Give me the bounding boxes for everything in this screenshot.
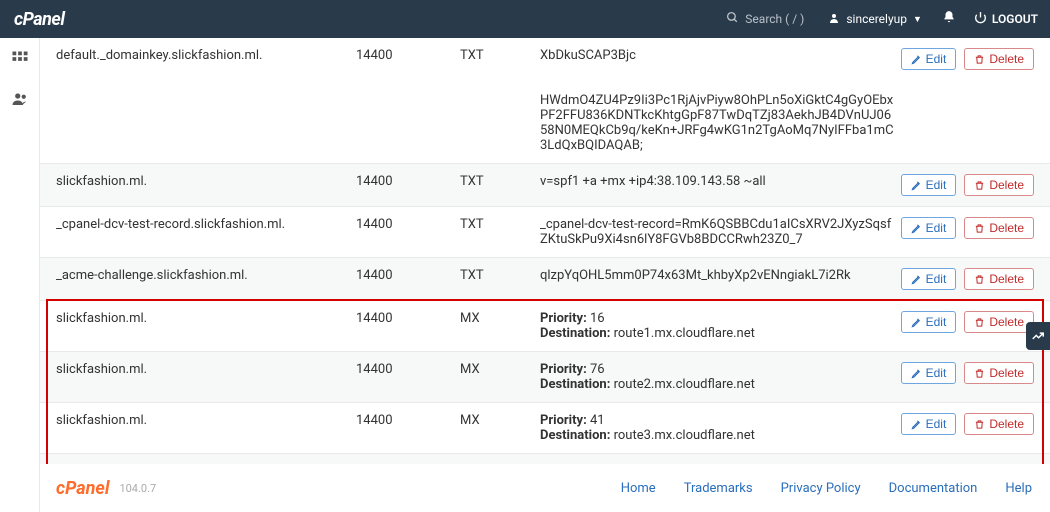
footer: cPanel 104.0.7 Home Trademarks Privacy Pol… [40, 464, 1050, 512]
record-value: Priority: 76Destination: route2.mx.cloud… [540, 362, 904, 392]
record-name: default._domainkey.slickfashion.ml. [56, 48, 356, 63]
delete-button[interactable]: Delete [964, 48, 1034, 70]
delete-button[interactable]: Delete [964, 268, 1034, 290]
footer-version: 104.0.7 [119, 482, 156, 495]
search-placeholder: Search ( / ) [745, 12, 804, 26]
record-type: TXT [460, 268, 540, 283]
record-ttl: 14400 [356, 311, 460, 326]
person-icon [828, 12, 840, 27]
record-ttl: 14400 [356, 362, 460, 377]
brand-logo: cPanel [12, 9, 64, 30]
record-type: TXT [460, 217, 540, 232]
edit-button[interactable]: Edit [901, 174, 957, 196]
table-row: slickfashion.ml.14400MXPriority: 16Desti… [40, 300, 1050, 351]
caret-down-icon: ▼ [913, 14, 922, 25]
record-type: MX [460, 311, 540, 326]
table-row: _cpanel-dcv-test-record.slickfashion.ml.… [40, 206, 1050, 257]
record-value: _cpanel-dcv-test-record=RmK6QSBBCdu1aICs… [540, 217, 904, 247]
table-row: _acme-challenge.slickfashion.ml.14400TXT… [40, 257, 1050, 300]
logout-label: LOGOUT [992, 12, 1038, 26]
delete-button[interactable]: Delete [964, 217, 1034, 239]
record-name: _acme-challenge.slickfashion.ml. [56, 268, 356, 283]
delete-button[interactable]: Delete [964, 413, 1034, 435]
table-row: slickfashion.ml.14400TXTv=spf1 +a +mx +i… [40, 163, 1050, 206]
record-name: _cpanel-dcv-test-record.slickfashion.ml. [56, 217, 356, 232]
table-row: slickfashion.ml.14400MXPriority: 41Desti… [40, 402, 1050, 453]
record-type: MX [460, 413, 540, 428]
edit-button[interactable]: Edit [901, 268, 957, 290]
record-type: MX [460, 362, 540, 377]
record-ttl: 14400 [356, 413, 460, 428]
record-ttl: 14400 [356, 217, 460, 232]
record-ttl: 14400 [356, 48, 460, 63]
record-type: TXT [460, 174, 540, 189]
user-menu[interactable]: sincerelyup ▼ [828, 12, 922, 27]
footer-brand: cPanel [56, 478, 109, 499]
record-value: v=spf1 +a +mx +ip4:38.109.143.58 ~all [540, 174, 904, 189]
users-icon[interactable] [11, 90, 29, 112]
global-search[interactable]: Search ( / ) [726, 11, 804, 27]
search-icon [726, 11, 739, 27]
edit-button[interactable]: Edit [901, 362, 957, 384]
record-name: slickfashion.ml. [56, 174, 356, 189]
edit-button[interactable]: Edit [901, 48, 957, 70]
record-name: slickfashion.ml. [56, 362, 356, 377]
record-ttl: 14400 [356, 268, 460, 283]
footer-link[interactable]: Trademarks [684, 481, 753, 496]
footer-link[interactable]: Home [621, 481, 656, 496]
footer-link[interactable]: Help [1005, 481, 1032, 496]
edit-button[interactable]: Edit [901, 217, 957, 239]
record-value: Priority: 41Destination: route3.mx.cloud… [540, 413, 904, 443]
record-name: slickfashion.ml. [56, 413, 356, 428]
delete-button[interactable]: Delete [964, 311, 1034, 333]
side-tab-button[interactable] [1026, 322, 1050, 350]
record-name: slickfashion.ml. [56, 311, 356, 326]
delete-button[interactable]: Delete [964, 362, 1034, 384]
record-value: qlzpYqOHL5mm0P74x63Mt_khbyXp2vENngiakL7i… [540, 268, 904, 283]
dns-records-table: default._domainkey.slickfashion.ml.14400… [40, 38, 1050, 512]
sidebar [0, 38, 40, 512]
table-row: default._domainkey.slickfashion.ml.14400… [40, 38, 1050, 163]
record-ttl: 14400 [356, 174, 460, 189]
edit-button[interactable]: Edit [901, 413, 957, 435]
record-value: XbDkuSCAP3BjcHWdmO4ZU4Pz9Ii3Pc1RjAjvPiyw… [540, 48, 904, 153]
record-type: TXT [460, 48, 540, 63]
footer-links: Home Trademarks Privacy Policy Documentatio… [621, 481, 1032, 496]
delete-button[interactable]: Delete [964, 174, 1034, 196]
footer-link[interactable]: Documentation [889, 481, 978, 496]
record-value: Priority: 16Destination: route1.mx.cloud… [540, 311, 904, 341]
username: sincerelyup [846, 12, 907, 26]
footer-link[interactable]: Privacy Policy [781, 481, 861, 496]
notifications-button[interactable] [942, 10, 956, 28]
edit-button[interactable]: Edit [901, 311, 957, 333]
logout-button[interactable]: LOGOUT [974, 11, 1038, 27]
table-row: slickfashion.ml.14400MXPriority: 76Desti… [40, 351, 1050, 402]
power-icon [974, 11, 987, 27]
grid-icon[interactable] [11, 50, 29, 72]
topbar: cPanel Search ( / ) sincerelyup ▼ LOGOUT [0, 0, 1050, 38]
